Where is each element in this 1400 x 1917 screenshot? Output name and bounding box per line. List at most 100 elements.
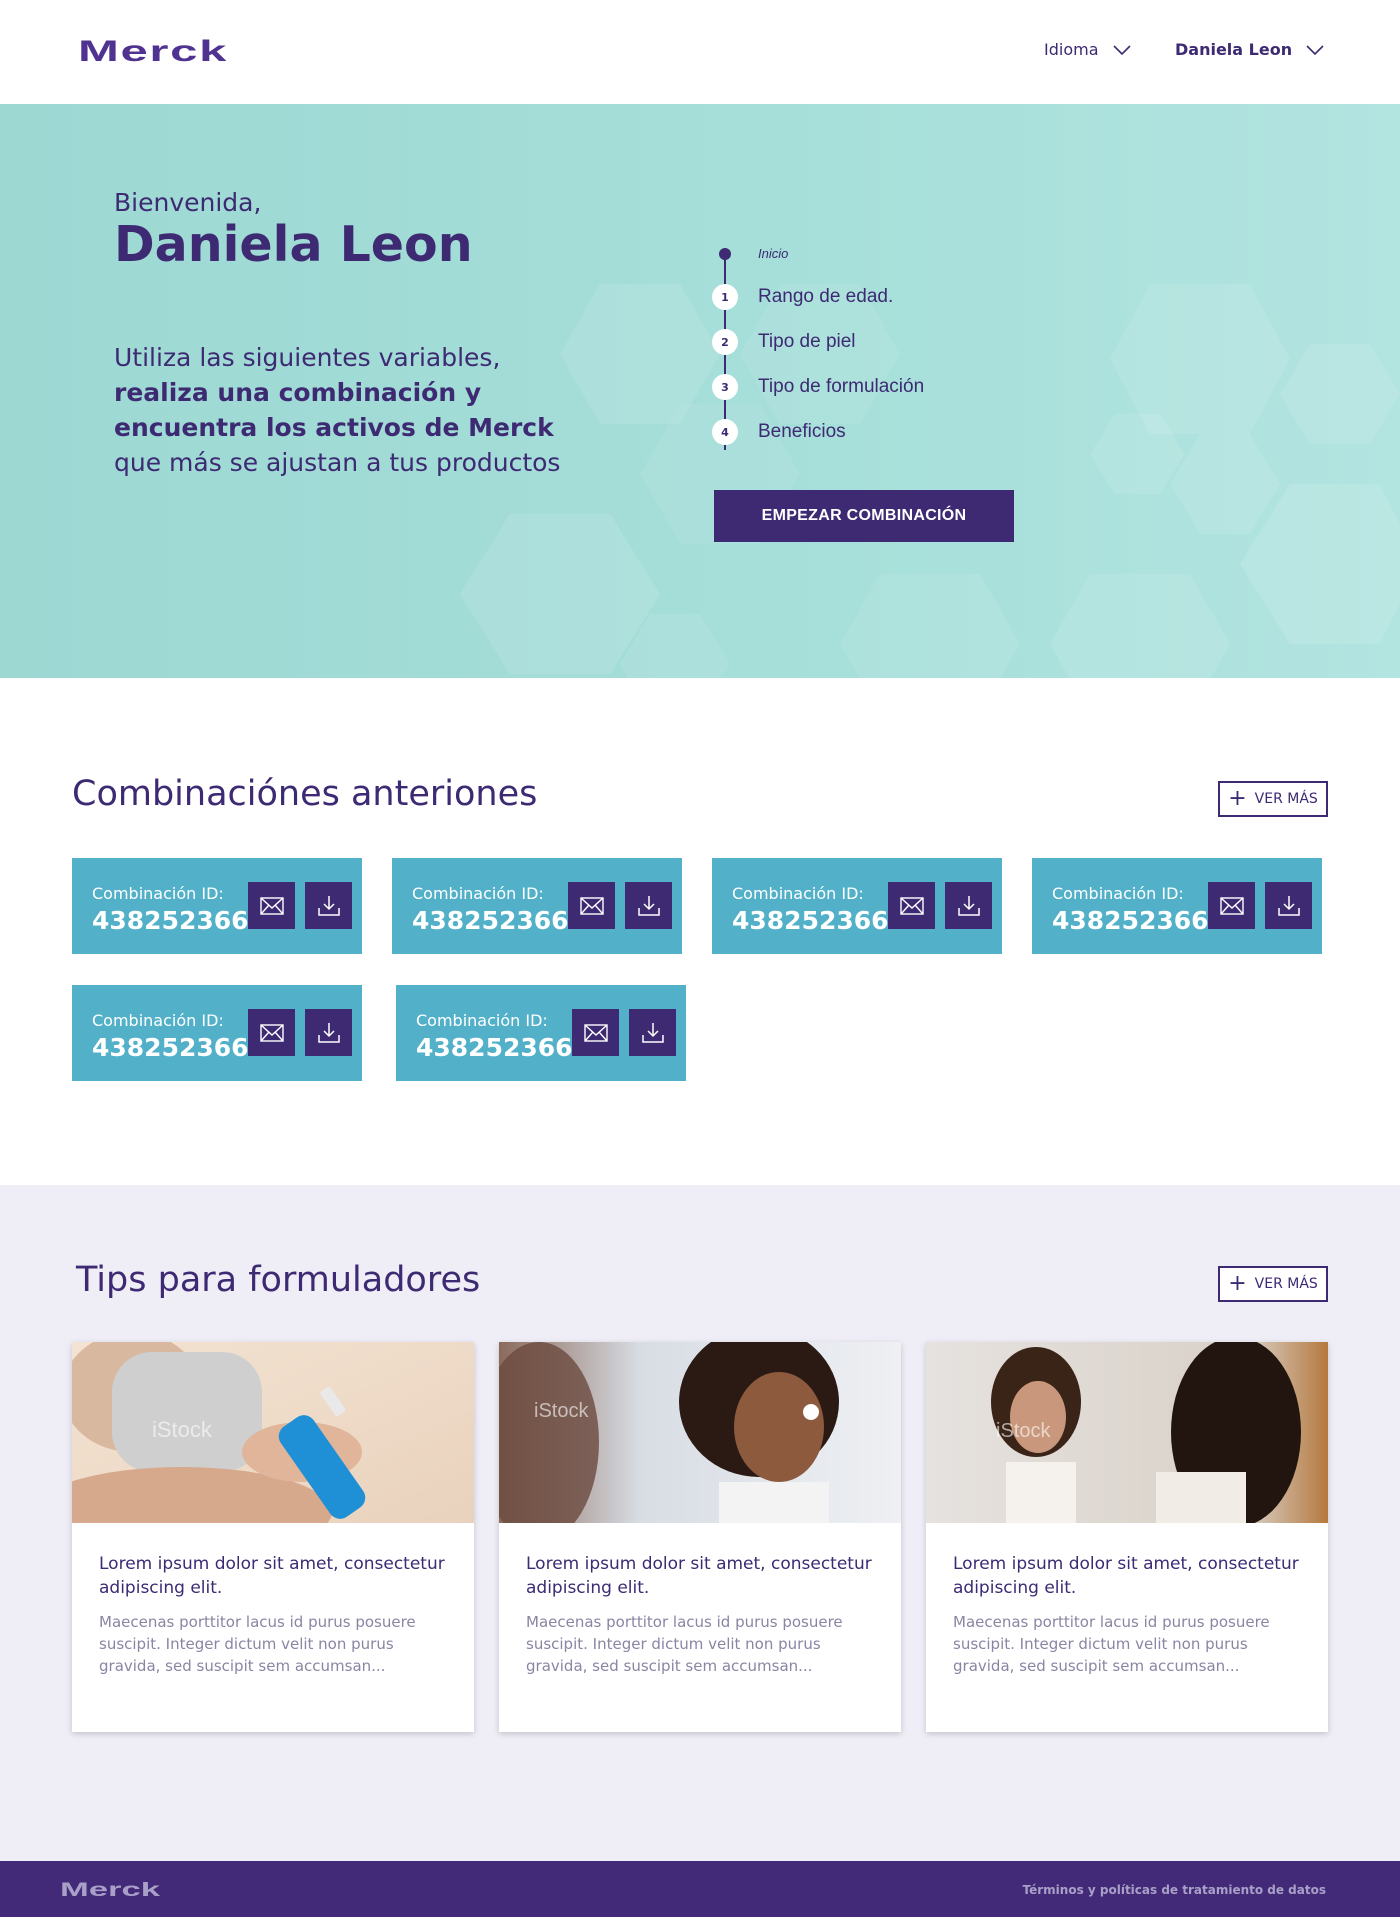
tip-card[interactable]: iStock Lorem ipsum dolor sit amet, conse… <box>926 1342 1328 1732</box>
combination-label: Combinación ID: <box>416 1011 548 1030</box>
download-icon <box>317 895 340 916</box>
envelope-icon <box>259 1023 284 1042</box>
download-icon <box>641 1022 664 1043</box>
hero-desc-bold: realiza una combinación y encuentra los … <box>114 378 554 442</box>
combination-card: Combinación ID: 438252366 <box>392 858 682 954</box>
steps-timeline: Inicio 1 Rango de edad. 2 Tipo de piel 3… <box>712 244 1012 464</box>
terms-link[interactable]: Términos y políticas de tratamiento de d… <box>1023 1883 1326 1897</box>
envelope-icon <box>579 896 604 915</box>
svg-text:Merck: Merck <box>60 1881 160 1898</box>
download-button[interactable] <box>305 882 352 929</box>
tip-excerpt: Maecenas porttitor lacus id purus posuer… <box>526 1613 843 1675</box>
merck-logo-footer[interactable]: Merck <box>60 1881 160 1898</box>
combination-id: 438252366 <box>416 1033 573 1062</box>
tip-excerpt: Maecenas porttitor lacus id purus posuer… <box>953 1613 1270 1675</box>
email-button[interactable] <box>248 882 295 929</box>
envelope-icon <box>583 1023 608 1042</box>
welcome-greeting: Bienvenida, <box>114 188 262 217</box>
step-1: 1 Rango de edad. <box>712 284 893 310</box>
language-selector[interactable]: Idioma <box>1044 40 1131 59</box>
combination-card: Combinación ID: 438252366 <box>72 985 362 1081</box>
step-2: 2 Tipo de piel <box>712 329 856 355</box>
email-button[interactable] <box>888 882 935 929</box>
step-number: 4 <box>712 419 738 445</box>
step-label: Rango de edad. <box>758 286 894 307</box>
email-button[interactable] <box>568 882 615 929</box>
tip-image: iStock <box>926 1342 1328 1523</box>
merck-logo[interactable]: Merck <box>78 38 230 64</box>
download-button[interactable] <box>629 1009 676 1056</box>
step-label: Inicio <box>758 246 789 261</box>
step-number: 3 <box>712 374 738 400</box>
tip-excerpt: Maecenas porttitor lacus id purus posuer… <box>99 1613 416 1675</box>
tips-more-button[interactable]: + VER MÁS <box>1218 1266 1328 1302</box>
step-label: Beneficios <box>758 421 846 442</box>
download-icon <box>1277 895 1300 916</box>
tip-photo-2: iStock <box>499 1342 901 1523</box>
tip-title: Lorem ipsum dolor sit amet, consectetur … <box>526 1554 872 1598</box>
download-icon <box>637 895 660 916</box>
envelope-icon <box>899 896 924 915</box>
combination-id: 438252366 <box>1052 906 1209 935</box>
envelope-icon <box>259 896 284 915</box>
combination-label: Combinación ID: <box>92 1011 224 1030</box>
hero-description: Utiliza las siguientes variables, realiz… <box>114 340 574 480</box>
combination-id: 438252366 <box>92 1033 249 1062</box>
combination-id: 438252366 <box>732 906 889 935</box>
hero-desc-part2: que más se ajustan a tus productos <box>114 448 561 477</box>
email-button[interactable] <box>1208 882 1255 929</box>
combination-id: 438252366 <box>412 906 569 935</box>
download-button[interactable] <box>625 882 672 929</box>
combination-card: Combinación ID: 438252366 <box>72 858 362 954</box>
tip-title: Lorem ipsum dolor sit amet, consectetur … <box>99 1554 445 1598</box>
combination-label: Combinación ID: <box>732 884 864 903</box>
chevron-down-icon <box>1306 44 1324 55</box>
tips-title: Tips para formuladores <box>76 1260 481 1300</box>
watermark-text: iStock <box>152 1417 213 1442</box>
hero-user-name: Daniela Leon <box>114 216 473 273</box>
envelope-icon <box>1219 896 1244 915</box>
watermark-text: iStock <box>996 1420 1051 1442</box>
step-label: Tipo de formulación <box>758 376 925 397</box>
hero-desc-part1: Utiliza las siguientes variables, <box>114 343 501 372</box>
top-header: Merck Idioma Daniela Leon <box>0 0 1400 104</box>
combination-label: Combinación ID: <box>412 884 544 903</box>
svg-text:Merck: Merck <box>78 38 228 64</box>
more-label: VER MÁS <box>1254 791 1318 807</box>
tip-image: iStock <box>499 1342 901 1523</box>
language-label: Idioma <box>1044 40 1099 59</box>
combination-card: Combinación ID: 438252366 <box>1032 858 1322 954</box>
footer: Merck Términos y políticas de tratamient… <box>0 1861 1400 1917</box>
download-icon <box>957 895 980 916</box>
step-4: 4 Beneficios <box>712 419 846 445</box>
step-number: 1 <box>712 284 738 310</box>
combination-label: Combinación ID: <box>1052 884 1184 903</box>
download-button[interactable] <box>1265 882 1312 929</box>
download-button[interactable] <box>305 1009 352 1056</box>
email-button[interactable] <box>572 1009 619 1056</box>
start-dot-icon <box>719 247 731 260</box>
plus-icon: + <box>1228 786 1247 811</box>
user-name: Daniela Leon <box>1175 40 1293 59</box>
user-menu[interactable]: Daniela Leon <box>1175 40 1324 59</box>
hero-banner: Bienvenida, Daniela Leon Utiliza las sig… <box>0 104 1400 678</box>
watermark-text: iStock <box>534 1400 589 1422</box>
tip-photo-3: iStock <box>926 1342 1328 1523</box>
tip-image: iStock <box>72 1342 474 1523</box>
chevron-down-icon <box>1112 44 1131 55</box>
start-combination-button[interactable]: EMPEZAR COMBINACIÓN <box>714 490 1014 542</box>
combination-card: Combinación ID: 438252366 <box>712 858 1002 954</box>
tip-card[interactable]: iStock Lorem ipsum dolor sit amet, conse… <box>499 1342 901 1732</box>
email-button[interactable] <box>248 1009 295 1056</box>
step-3: 3 Tipo de formulación <box>712 374 924 400</box>
combination-card: Combinación ID: 438252366 <box>396 985 686 1081</box>
tip-card[interactable]: iStock Lorem ipsum dolor sit amet, conse… <box>72 1342 474 1732</box>
download-icon <box>317 1022 340 1043</box>
plus-icon: + <box>1228 1271 1247 1296</box>
combinations-more-button[interactable]: + VER MÁS <box>1218 781 1328 817</box>
step-number: 2 <box>712 329 738 355</box>
step-label: Tipo de piel <box>758 331 856 352</box>
download-button[interactable] <box>945 882 992 929</box>
combinations-title: Combinaciónes anteriones <box>72 774 538 814</box>
combination-label: Combinación ID: <box>92 884 224 903</box>
